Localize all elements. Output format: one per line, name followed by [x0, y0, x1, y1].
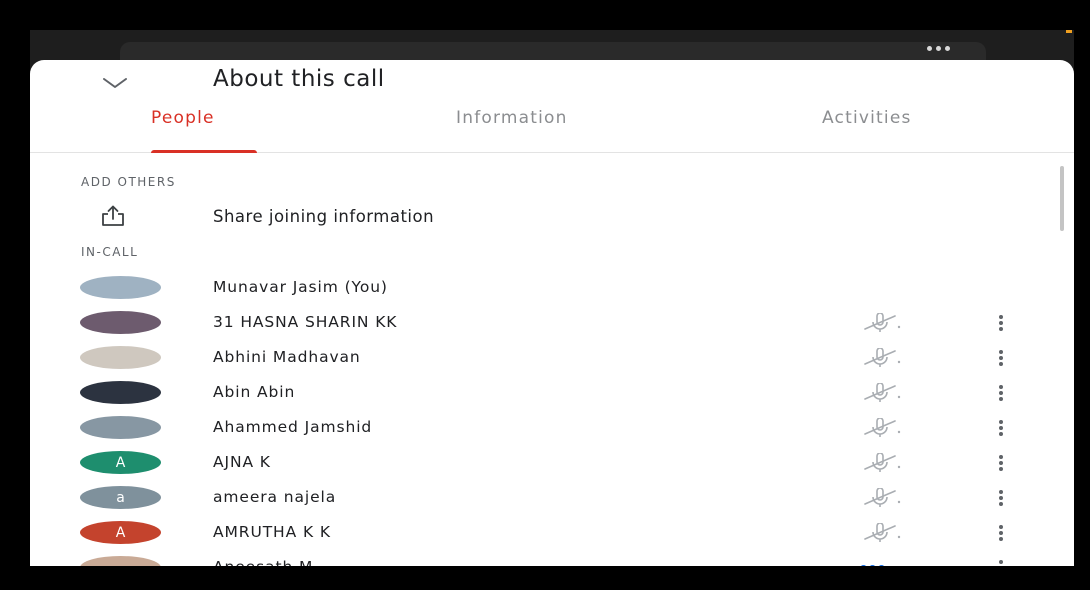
avatar: A — [80, 521, 161, 544]
sheet-title: About this call — [213, 66, 385, 92]
tab-information[interactable]: Information — [456, 108, 568, 150]
avatar — [80, 311, 161, 334]
avatar — [80, 556, 161, 566]
participant-name: 31 HASNA SHARIN KK — [213, 313, 398, 331]
mic-off-icon — [857, 347, 905, 372]
more-vert-icon[interactable] — [996, 454, 1006, 472]
mic-off-icon — [857, 487, 905, 512]
mic-off-icon — [857, 417, 905, 442]
participant-name: ameera najela — [213, 488, 337, 506]
participant-row[interactable]: Ahammed Jamshid — [30, 410, 1074, 444]
tab-activities[interactable]: Activities — [822, 108, 912, 150]
participant-name: Ahammed Jamshid — [213, 418, 373, 436]
participant-row[interactable]: a ameera najela — [30, 480, 1074, 514]
participant-name: Abhini Madhavan — [213, 348, 361, 366]
mic-off-icon — [857, 522, 905, 547]
avatar: a — [80, 486, 161, 509]
scrollbar[interactable] — [1060, 166, 1064, 231]
share-icon — [100, 205, 126, 231]
more-options-icon — [927, 46, 950, 51]
mic-off-icon — [857, 452, 905, 477]
participant-row[interactable]: 31 HASNA SHARIN KK — [30, 305, 1074, 339]
participant-name: AMRUTHA K K — [213, 523, 331, 541]
status-accent — [1066, 30, 1072, 33]
about-call-sheet: About this call People Information Activ… — [30, 60, 1074, 566]
chevron-down-icon[interactable] — [100, 72, 130, 94]
participant-row[interactable]: A AJNA K — [30, 445, 1074, 479]
participant-row[interactable]: Aneesath M — [30, 550, 1074, 566]
participant-row[interactable]: Munavar Jasim (You) — [30, 270, 1074, 304]
avatar: A — [80, 451, 161, 474]
more-vert-icon[interactable] — [996, 524, 1006, 542]
section-in-call: IN-CALL — [81, 245, 139, 259]
participant-row[interactable]: Abhini Madhavan — [30, 340, 1074, 374]
participant-name: AJNA K — [213, 453, 271, 471]
avatar — [80, 381, 161, 404]
tab-bar: People Information Activities — [30, 104, 1074, 153]
more-vert-icon[interactable] — [996, 419, 1006, 437]
avatar — [80, 276, 161, 299]
participant-row[interactable]: A AMRUTHA K K — [30, 515, 1074, 549]
share-joining-info-label: Share joining information — [213, 207, 435, 226]
participant-name: Munavar Jasim (You) — [213, 278, 388, 296]
more-vert-icon[interactable] — [996, 559, 1006, 566]
participant-row[interactable]: Abin Abin — [30, 375, 1074, 409]
more-vert-icon[interactable] — [996, 349, 1006, 367]
avatar — [80, 346, 161, 369]
sheet-header: About this call — [30, 60, 1074, 104]
speaking-indicator-icon — [861, 565, 884, 566]
participant-name: Aneesath M — [213, 558, 313, 566]
more-vert-icon[interactable] — [996, 384, 1006, 402]
avatar — [80, 416, 161, 439]
mic-off-icon — [857, 312, 905, 337]
more-vert-icon[interactable] — [996, 314, 1006, 332]
participant-name: Abin Abin — [213, 383, 296, 401]
mic-off-icon — [857, 382, 905, 407]
app-background: About this call People Information Activ… — [30, 30, 1074, 566]
tab-people[interactable]: People — [151, 108, 215, 150]
share-joining-info-button[interactable]: Share joining information — [30, 195, 1074, 239]
section-add-others: ADD OTHERS — [81, 175, 176, 189]
tab-active-indicator — [151, 150, 257, 153]
more-vert-icon[interactable] — [996, 489, 1006, 507]
